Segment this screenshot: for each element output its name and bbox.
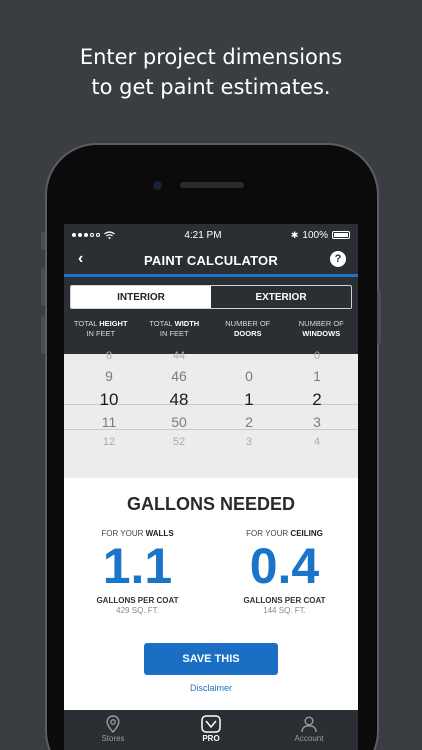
interior-exterior-toggle: INTERIOR EXTERIOR [70,285,352,309]
tab-pro-label: PRO [202,734,220,743]
phone-power-button [377,290,381,344]
bluetooth-icon: ✱ [290,229,299,240]
picker-value: 12 [102,436,116,448]
ceiling-result: FOR YOUR CEILING 0.4 GALLONS PER COAT 14… [211,529,358,615]
page-title: PAINT CALCULATOR [144,252,278,268]
picker-value: 50 [171,414,187,430]
picker-value-selected: 2 [312,390,322,409]
picker-value: 2 [245,414,253,430]
picker-value: 4 [313,436,321,448]
tab-pro[interactable]: PRO [162,710,260,750]
person-icon [301,716,317,733]
help-icon[interactable]: ? [330,251,346,267]
column-header-width: TOTAL WIDTH IN FEET [149,319,200,338]
width-wheel[interactable]: 44 46 48 50 52 [144,348,214,451]
picker-value: 3 [245,436,253,448]
results-panel: GALLONS NEEDED FOR YOUR WALLS 1.1 GALLON… [64,478,358,710]
picker-value: 52 [172,436,186,448]
picker-value: 9 [105,368,113,384]
disclaimer-link[interactable]: Disclaimer [64,683,358,693]
signal-icon [72,233,100,237]
walls-gallons-value: 1.1 [102,538,173,594]
tab-stores-label: Stores [101,734,125,743]
picker-value: 11 [101,414,117,430]
tab-account-label: Account [294,734,324,743]
nav-accent-rule [64,274,358,277]
walls-unit: GALLONS PER COAT [96,596,179,605]
picker-value-selected: 10 [99,390,119,409]
tab-bar: Stores PRO Account [64,710,358,750]
walls-area: 429 SQ. FT. [116,606,159,615]
column-header-doors: NUMBER OF DOORS [225,319,271,338]
tab-account[interactable]: Account [260,710,358,750]
phone-mute-switch [41,232,45,250]
picker-value: 0 [313,350,321,362]
walls-result: FOR YOUR WALLS 1.1 GALLONS PER COAT 429 … [64,529,211,615]
earpiece-speaker [180,182,244,188]
front-camera [153,181,162,190]
picker-value: 44 [172,350,186,362]
ceiling-label: FOR YOUR CEILING [246,529,323,538]
app-screen: 4:21 PM ✱ 100% ‹ PAINT CALCULATOR ? INTE… [64,224,358,750]
status-time: 4:21 PM [184,229,222,241]
doors-wheel[interactable]: 0 1 2 3 [214,348,284,451]
windows-wheel[interactable]: 0 1 2 3 4 [282,348,352,451]
picker-value: 46 [171,368,187,384]
phone-volume-up [41,268,45,306]
headline-line-2: to get paint estimates. [91,75,331,99]
ceiling-gallons-value: 0.4 [249,538,320,594]
battery-percent: 100% [302,229,328,241]
picker-value: 8 [105,350,113,362]
wifi-icon [104,231,115,239]
nav-bar: ‹ PAINT CALCULATOR ? [64,246,358,274]
save-this-button[interactable]: SAVE THIS [144,643,278,675]
status-bar: 4:21 PM ✱ 100% [64,224,358,246]
pro-badge-icon [201,715,221,733]
height-wheel[interactable]: 8 9 10 11 12 [74,348,144,451]
phone-volume-down [41,316,45,354]
tab-stores[interactable]: Stores [64,710,162,750]
battery-icon [332,231,350,239]
picker-value: 3 [313,414,321,430]
picker-value-selected: 1 [244,390,254,409]
back-chevron-icon[interactable]: ‹ [78,250,83,268]
picker-value [214,348,284,365]
column-header-height: TOTAL HEIGHT IN FEET [73,319,128,338]
picker-column-headers: TOTAL HEIGHT IN FEET TOTAL WIDTH IN FEET N… [64,319,358,341]
picker-value-selected: 48 [169,390,189,409]
ceiling-area: 144 SQ. FT. [263,606,306,615]
marketing-headline: Enter project dimensions to get paint es… [0,42,422,102]
segment-interior[interactable]: INTERIOR [71,286,211,308]
segment-exterior[interactable]: EXTERIOR [211,286,351,308]
picker-value: 1 [313,368,321,384]
dimension-picker[interactable]: 8 9 10 11 12 44 46 48 50 52 0 1 2 3 0 1 … [64,350,358,478]
ceiling-unit: GALLONS PER COAT [243,596,326,605]
headline-line-1: Enter project dimensions [79,45,343,69]
walls-label: FOR YOUR WALLS [101,529,174,538]
gallons-needed-heading: GALLONS NEEDED [126,494,295,514]
picker-value: 0 [245,368,253,384]
location-pin-icon [106,715,120,733]
column-header-windows: NUMBER OF WINDOWS [298,319,344,338]
